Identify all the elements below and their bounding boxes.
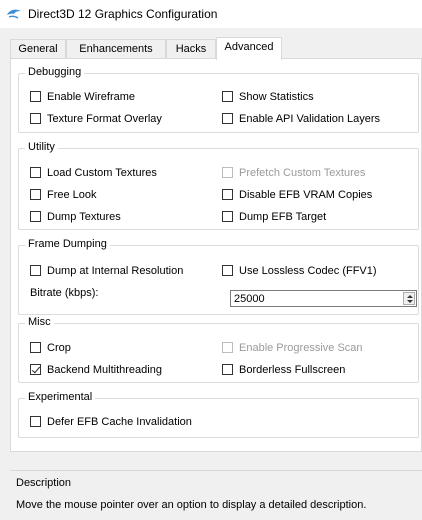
dump-textures-box[interactable] — [30, 211, 41, 222]
backend-multithreading-label: Backend Multithreading — [47, 364, 162, 376]
description-text: Move the mouse pointer over an option to… — [16, 499, 367, 511]
dump-internal-resolution-label: Dump at Internal Resolution — [47, 265, 184, 277]
enable-wireframe-label: Enable Wireframe — [47, 91, 136, 103]
load-custom-textures-box[interactable] — [30, 167, 41, 178]
spin-down-icon[interactable] — [407, 300, 413, 303]
enable-progressive-scan-box — [222, 342, 233, 353]
debugging-group: Debugging Enable Wireframe Show Statisti… — [18, 66, 419, 133]
prefetch-custom-textures-label: Prefetch Custom Textures — [239, 167, 366, 179]
frame-dumping-title: Frame Dumping — [25, 238, 110, 250]
tab-hacks[interactable]: Hacks — [166, 39, 216, 59]
dump-efb-target-box[interactable] — [222, 211, 233, 222]
title-bar: Direct3D 12 Graphics Configuration — [0, 0, 422, 28]
free-look-label: Free Look — [47, 189, 97, 201]
defer-efb-cache-invalidation-label: Defer EFB Cache Invalidation — [47, 416, 192, 428]
borderless-fullscreen-box[interactable] — [222, 364, 233, 375]
utility-group: Utility Load Custom Textures Prefetch Cu… — [18, 141, 419, 230]
load-custom-textures-label: Load Custom Textures — [47, 167, 157, 179]
misc-group: Misc Crop Enable Progressive Scan Backen… — [18, 316, 419, 383]
description-title: Description — [16, 477, 72, 489]
disable-efb-vram-copies-label: Disable EFB VRAM Copies — [239, 189, 373, 201]
debugging-title: Debugging — [25, 66, 85, 78]
utility-title: Utility — [25, 141, 58, 153]
experimental-group: Experimental Defer EFB Cache Invalidatio… — [18, 391, 419, 438]
disable-efb-vram-copies-box[interactable] — [222, 189, 233, 200]
spin-arrows-icon[interactable] — [403, 292, 415, 305]
borderless-fullscreen-label: Borderless Fullscreen — [239, 364, 346, 376]
bitrate-spinbox[interactable]: 25000 — [230, 290, 417, 307]
enable-progressive-scan-label: Enable Progressive Scan — [239, 342, 363, 354]
defer-efb-cache-invalidation-box[interactable] — [30, 416, 41, 427]
free-look-box[interactable] — [30, 189, 41, 200]
texture-format-overlay-label: Texture Format Overlay — [47, 113, 162, 125]
experimental-title: Experimental — [25, 391, 96, 403]
dump-internal-resolution-box[interactable] — [30, 265, 41, 276]
enable-api-validation-box[interactable] — [222, 113, 233, 124]
spin-up-icon[interactable] — [407, 295, 413, 298]
lossless-codec-box[interactable] — [222, 265, 233, 276]
bitrate-value[interactable]: 25000 — [234, 293, 265, 305]
show-statistics-label: Show Statistics — [239, 91, 314, 103]
advanced-panel: Debugging Enable Wireframe Show Statisti… — [10, 58, 422, 452]
dump-efb-target-label: Dump EFB Target — [239, 211, 327, 223]
window-title: Direct3D 12 Graphics Configuration — [28, 7, 218, 21]
texture-format-overlay-box[interactable] — [30, 113, 41, 124]
enable-api-validation-label: Enable API Validation Layers — [239, 113, 381, 125]
dump-textures-label: Dump Textures — [47, 211, 121, 223]
show-statistics-box[interactable] — [222, 91, 233, 102]
crop-label: Crop — [47, 342, 71, 354]
tab-advanced[interactable]: Advanced — [216, 37, 282, 60]
frame-dumping-group: Frame Dumping Dump at Internal Resolutio… — [18, 238, 419, 315]
misc-title: Misc — [25, 316, 54, 328]
bitrate-label: Bitrate (kbps): — [30, 287, 99, 299]
lossless-codec-label: Use Lossless Codec (FFV1) — [239, 265, 377, 277]
tab-general[interactable]: General — [10, 39, 66, 59]
crop-box[interactable] — [30, 342, 41, 353]
backend-multithreading-box[interactable] — [30, 364, 41, 375]
description-panel: Description Move the mouse pointer over … — [10, 470, 422, 520]
prefetch-custom-textures-box — [222, 167, 233, 178]
tab-enhancements[interactable]: Enhancements — [66, 39, 166, 59]
dolphin-icon — [7, 9, 21, 19]
enable-wireframe-box[interactable] — [30, 91, 41, 102]
